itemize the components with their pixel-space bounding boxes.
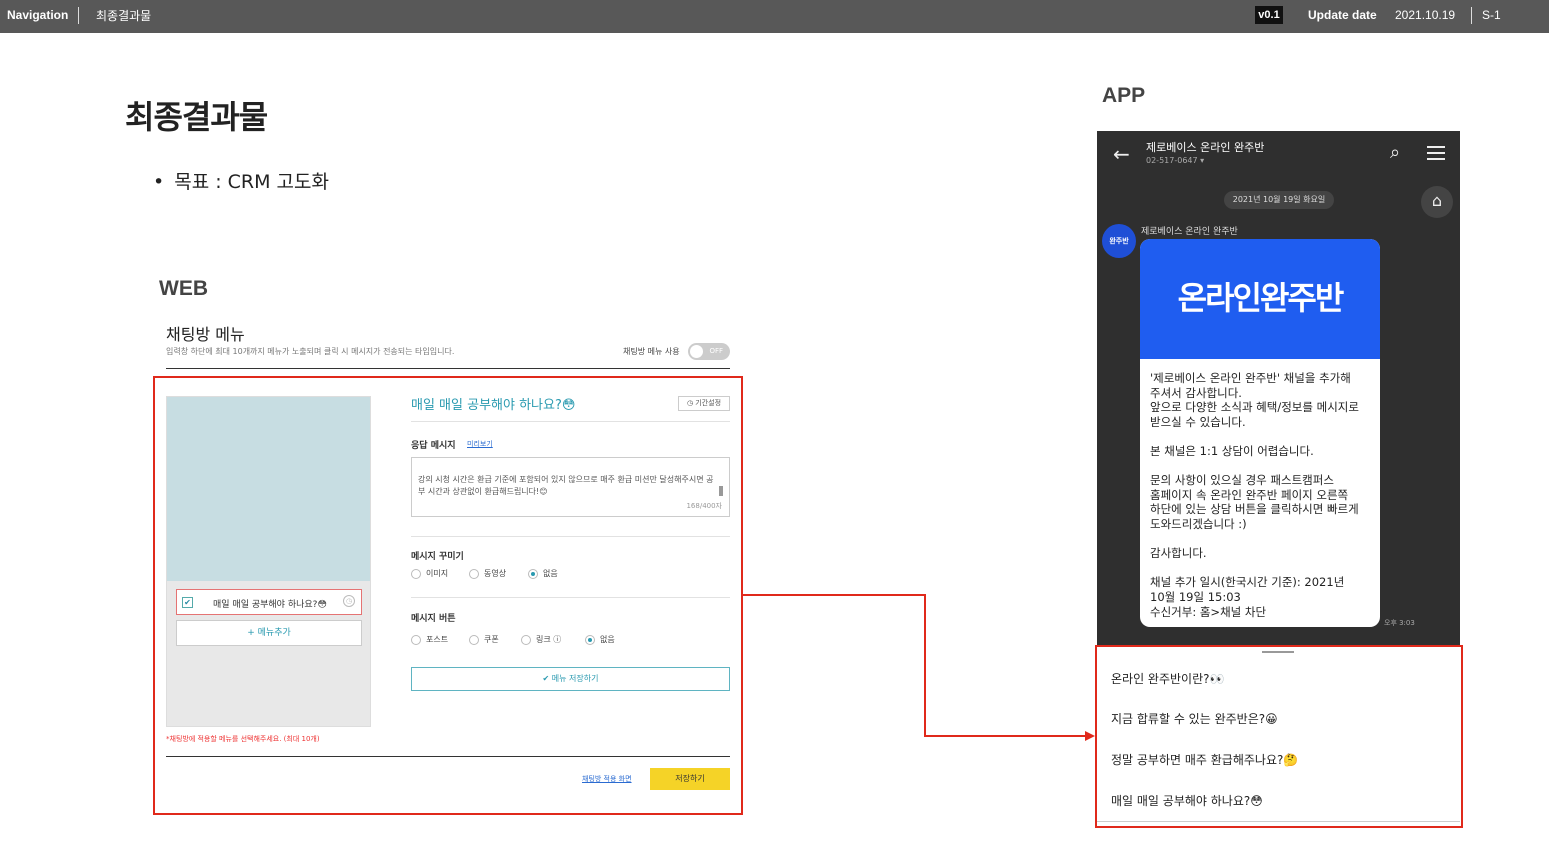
banner-image: 온라인완주반 <box>1140 239 1380 359</box>
navigation-label: Navigation <box>7 8 69 22</box>
divider <box>166 368 730 369</box>
message-card: 온라인완주반 '제로베이스 온라인 완주반' 채널을 추가해 주셔서 감사합니다… <box>1140 239 1380 627</box>
connector-line <box>924 594 926 737</box>
chatroom-menu-description: 입력창 하단에 최대 10개까지 메뉴가 노출되며 클릭 시 메시지가 전송되는… <box>166 347 455 356</box>
date-chip: 2021년 10월 19일 화요일 <box>1224 191 1334 209</box>
web-section-label: WEB <box>159 277 208 300</box>
search-icon[interactable]: ⌕ <box>1390 142 1400 163</box>
goal-text: 목표 : CRM 고도화 <box>174 171 330 193</box>
bullet-icon: • <box>153 171 165 193</box>
update-date-value: 2021.10.19 <box>1395 8 1456 22</box>
goal-bullet: • 목표 : CRM 고도화 <box>153 167 329 194</box>
connector-line <box>924 735 1086 737</box>
update-date-label: Update date <box>1308 8 1377 22</box>
breadcrumb[interactable]: 최종결과물 <box>96 7 151 24</box>
sender-name: 제로베이스 온라인 완주반 <box>1141 227 1238 237</box>
connector-line <box>743 594 926 596</box>
divider <box>1471 7 1472 24</box>
web-highlight-frame <box>153 376 743 815</box>
channel-name: 제로베이스 온라인 완주반 <box>1146 141 1265 154</box>
divider <box>78 7 79 24</box>
version-badge: v0.1 <box>1255 6 1283 24</box>
chatroom-menu-title: 채팅방 메뉴 <box>166 325 245 344</box>
hamburger-menu-icon[interactable] <box>1427 146 1445 164</box>
toggle-state: OFF <box>709 347 723 355</box>
app-highlight-frame <box>1095 645 1463 828</box>
menu-toggle-label: 채팅방 메뉴 사용 <box>623 347 680 356</box>
toggle-knob <box>690 345 703 358</box>
back-arrow-icon[interactable]: ← <box>1113 142 1130 166</box>
message-text: '제로베이스 온라인 완주반' 채널을 추가해 주셔서 감사합니다. 앞으로 다… <box>1150 371 1359 619</box>
page-code: S-1 <box>1482 8 1501 22</box>
page-title: 최종결과물 <box>125 98 268 136</box>
avatar[interactable]: 완주반 <box>1102 224 1136 258</box>
menu-toggle[interactable]: OFF <box>688 343 730 360</box>
message-time: 오후 3:03 <box>1384 619 1415 627</box>
channel-phone[interactable]: 02-517-0647 ▾ <box>1146 156 1204 165</box>
arrow-icon <box>1085 731 1095 741</box>
app-section-label: APP <box>1102 84 1146 107</box>
top-navigation-bar: Navigation 최종결과물 v0.1 Update date 2021.1… <box>0 0 1549 33</box>
home-icon[interactable]: ⌂ <box>1421 186 1453 218</box>
